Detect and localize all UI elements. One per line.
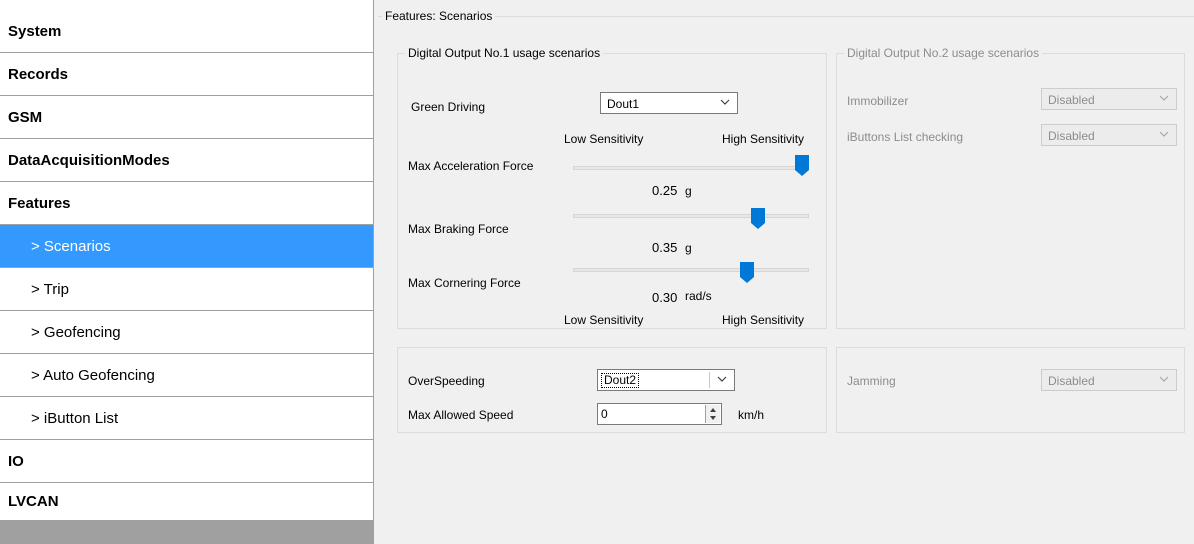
- spin-buttons[interactable]: [705, 405, 720, 423]
- low-sensitivity-label-top: Low Sensitivity: [564, 132, 644, 146]
- max-allowed-speed-unit: km/h: [738, 408, 765, 422]
- max-cornering-slider-thumb[interactable]: [739, 262, 754, 284]
- nav-auto-geofencing[interactable]: > Auto Geofencing: [0, 354, 373, 397]
- combo-separator: [709, 372, 710, 388]
- nav-ibutton-list[interactable]: > iButton List: [0, 397, 373, 440]
- nav-geofencing-label: > Geofencing: [31, 323, 121, 341]
- ibuttons-list-checking-select[interactable]: Disabled: [1041, 124, 1177, 146]
- page-title: Features: Scenarios: [382, 9, 496, 23]
- chevron-down-icon: [1159, 131, 1169, 137]
- nav-lvcan-label: LVCAN: [8, 493, 59, 510]
- max-cornering-value: 0.30: [652, 290, 678, 305]
- chevron-down-icon: [1159, 95, 1169, 101]
- nav-system[interactable]: System: [0, 10, 373, 53]
- jamming-label: Jamming: [847, 374, 896, 388]
- jamming-value: Disabled: [1048, 374, 1095, 388]
- nav-io-label: IO: [8, 452, 24, 470]
- nav-data-acquisition-modes-label: DataAcquisitionModes: [8, 151, 170, 169]
- max-braking-slider-thumb[interactable]: [750, 208, 765, 230]
- nav-io[interactable]: IO: [0, 440, 373, 483]
- max-acceleration-track: [573, 166, 809, 170]
- nav-gsm-label: GSM: [8, 108, 43, 126]
- nav-auto-geofencing-label: > Auto Geofencing: [31, 366, 155, 384]
- green-driving-label: Green Driving: [411, 100, 486, 114]
- max-acceleration-unit: g: [685, 184, 692, 198]
- immobilizer-select[interactable]: Disabled: [1041, 88, 1177, 110]
- high-sensitivity-label-top: High Sensitivity: [722, 132, 805, 146]
- chevron-down-icon: [717, 376, 727, 382]
- nav-trip-label: > Trip: [31, 280, 69, 298]
- nav-records-label: Records: [8, 65, 69, 83]
- low-sensitivity-label-bottom: Low Sensitivity: [564, 313, 644, 327]
- nav-scenarios-label: > Scenarios: [31, 237, 111, 255]
- max-braking-label: Max Braking Force: [408, 222, 509, 236]
- chevron-down-icon: [1159, 376, 1169, 382]
- max-acceleration-value: 0.25: [652, 183, 678, 198]
- nav-gsm[interactable]: GSM: [0, 96, 373, 139]
- nav-trip[interactable]: > Trip: [0, 268, 373, 311]
- nav-features-label: Features: [8, 194, 71, 212]
- max-braking-track: [573, 214, 809, 218]
- nav-geofencing[interactable]: > Geofencing: [0, 311, 373, 354]
- max-cornering-label: Max Cornering Force: [408, 276, 521, 290]
- nav-system-label: System: [8, 22, 62, 40]
- max-allowed-speed-label: Max Allowed Speed: [408, 408, 514, 422]
- immobilizer-value: Disabled: [1048, 93, 1095, 107]
- green-driving-select[interactable]: Dout1: [600, 92, 738, 114]
- max-acceleration-label: Max Acceleration Force: [408, 159, 534, 173]
- high-sensitivity-label-bottom: High Sensitivity: [722, 313, 805, 327]
- nav-scenarios[interactable]: > Scenarios: [0, 225, 373, 268]
- overspeeding-label: OverSpeeding: [408, 374, 485, 388]
- max-acceleration-slider-thumb[interactable]: [795, 155, 809, 177]
- nav-lvcan[interactable]: LVCAN: [0, 483, 373, 521]
- overspeeding-select[interactable]: Dout2: [597, 369, 735, 391]
- nav-data-acquisition-modes[interactable]: DataAcquisitionModes: [0, 139, 373, 182]
- jamming-select[interactable]: Disabled: [1041, 369, 1177, 391]
- immobilizer-label: Immobilizer: [847, 94, 909, 108]
- spin-down-icon[interactable]: [708, 414, 718, 422]
- ibuttons-list-checking-value: Disabled: [1048, 129, 1095, 143]
- max-allowed-speed-input[interactable]: 0: [597, 403, 722, 425]
- spin-up-icon[interactable]: [708, 406, 718, 414]
- overspeeding-value: Dout2: [601, 373, 640, 388]
- max-allowed-speed-value: 0: [601, 407, 608, 421]
- dout2-group-title: Digital Output No.2 usage scenarios: [844, 46, 1043, 60]
- ibuttons-list-checking-label: iButtons List checking: [847, 130, 964, 144]
- max-braking-value: 0.35: [652, 240, 678, 255]
- max-braking-unit: g: [685, 241, 692, 255]
- nav-records[interactable]: Records: [0, 53, 373, 96]
- max-cornering-track: [573, 268, 809, 272]
- nav-features[interactable]: Features: [0, 182, 373, 225]
- dout1-group-title: Digital Output No.1 usage scenarios: [405, 46, 604, 60]
- sidebar: System Records GSM DataAcquisitionModes …: [0, 0, 374, 544]
- chevron-down-icon: [720, 99, 730, 105]
- green-driving-value: Dout1: [607, 97, 640, 111]
- max-cornering-unit: rad/s: [685, 289, 712, 303]
- nav-ibutton-list-label: > iButton List: [31, 409, 119, 427]
- sidebar-empty-area: [0, 521, 373, 544]
